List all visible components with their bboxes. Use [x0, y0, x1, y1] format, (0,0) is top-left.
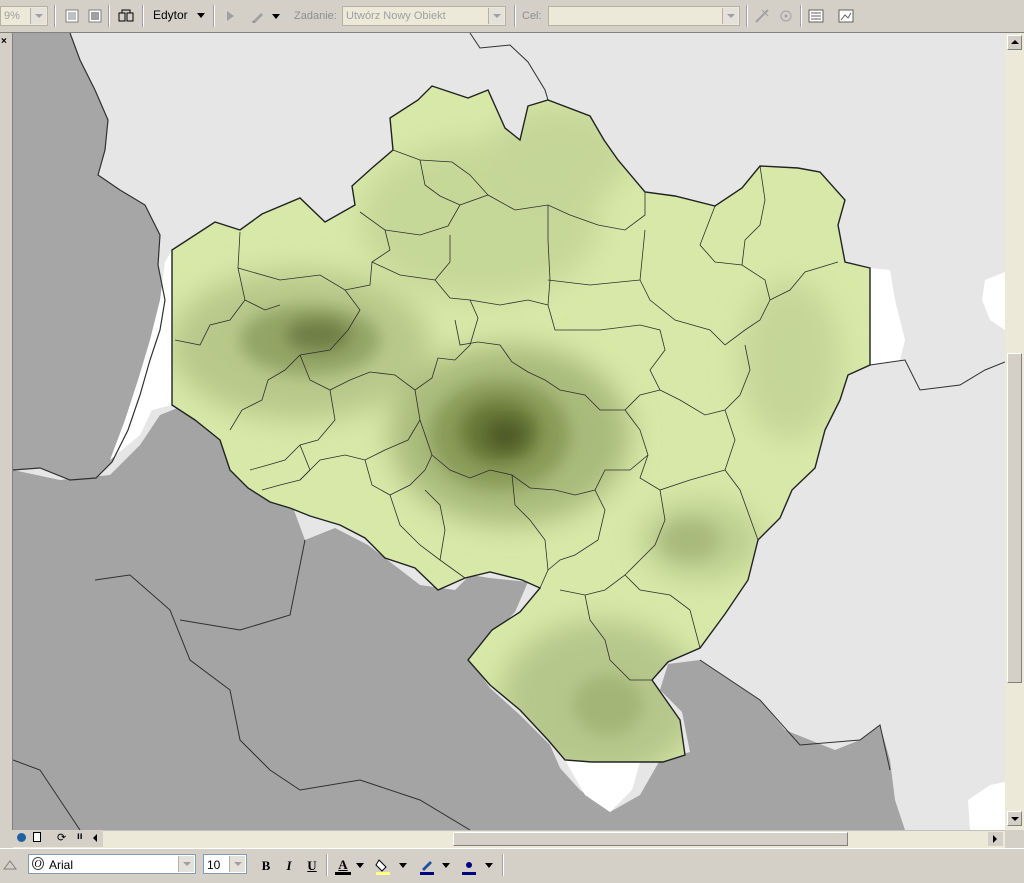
editor-menu-button[interactable]: Edytor	[153, 8, 206, 22]
window-icon[interactable]	[62, 6, 82, 26]
fill-color-icon[interactable]	[372, 855, 394, 877]
toolbar-divider	[142, 5, 144, 27]
drawing-tool-icon[interactable]	[2, 857, 20, 876]
scroll-right-icon[interactable]	[988, 832, 1003, 846]
toolbar-divider	[54, 5, 56, 27]
task-combo[interactable]: Utwórz Nowy Obiekt	[342, 6, 506, 26]
font-color-swatch	[335, 871, 351, 875]
toolbar-divider	[514, 5, 516, 27]
scroll-thumb[interactable]	[1007, 353, 1022, 683]
target-combo[interactable]	[548, 6, 740, 26]
scroll-down-icon[interactable]	[1007, 811, 1022, 826]
editor-toolbar-icon[interactable]	[116, 6, 136, 26]
task-dropdown-icon[interactable]	[488, 8, 504, 24]
zoom-combo[interactable]: 9%	[0, 6, 48, 26]
marker-color-icon[interactable]	[458, 855, 480, 877]
attributes-icon[interactable]	[806, 6, 826, 26]
target-label: Cel:	[522, 10, 542, 22]
target-dropdown-icon[interactable]	[722, 8, 738, 24]
map-svg	[13, 33, 1005, 830]
task-value: Utwórz Nowy Obiekt	[346, 10, 446, 22]
font-color-glyph: A	[338, 856, 348, 872]
toolbar-divider	[108, 5, 110, 27]
toolbar-divider	[746, 5, 748, 27]
horizontal-scrollbar[interactable]	[13, 830, 1005, 848]
zoom-dropdown-icon[interactable]	[30, 8, 46, 24]
view-mode-buttons: ⟳ ıı	[13, 830, 103, 847]
scroll-left-icon[interactable]	[93, 834, 97, 842]
window-alt-icon[interactable]	[85, 6, 105, 26]
pause-icon[interactable]: ıı	[77, 831, 83, 842]
font-name-dropdown-icon[interactable]	[178, 856, 194, 872]
sketch-pencil-icon[interactable]	[248, 6, 268, 26]
font-color-button[interactable]: A	[332, 855, 354, 877]
line-color-dropdown-icon[interactable]	[442, 863, 450, 868]
sketch-properties-icon[interactable]	[836, 6, 856, 26]
font-name-combo[interactable]: O Arial	[28, 854, 196, 874]
vertical-scrollbar[interactable]	[1005, 33, 1024, 830]
split-tool-icon[interactable]	[752, 6, 772, 26]
chevron-down-icon	[197, 13, 206, 19]
font-type-icon: O	[32, 857, 44, 870]
task-label: Zadanie:	[294, 10, 337, 22]
scroll-thumb-horizontal[interactable]	[453, 832, 848, 846]
font-color-dropdown-icon[interactable]	[356, 863, 364, 868]
font-size-combo[interactable]: 10	[203, 854, 247, 874]
toolbar-divider	[326, 854, 328, 876]
format-toolbar: O Arial 10 B I U A	[0, 848, 1024, 883]
sketch-dropdown-icon[interactable]	[270, 6, 282, 26]
page-layout-icon[interactable]	[33, 832, 41, 842]
italic-button[interactable]: I	[278, 855, 300, 877]
editor-menu-label: Edytor	[153, 8, 188, 22]
globe-icon[interactable]	[17, 833, 26, 842]
font-size-value: 10	[207, 858, 221, 872]
zoom-value: 9%	[4, 10, 20, 22]
line-color-icon[interactable]	[416, 855, 438, 877]
font-name-value: Arial	[49, 858, 74, 872]
map-canvas[interactable]	[13, 33, 1005, 830]
left-dock-pane: ×	[0, 33, 13, 830]
rotate-tool-icon[interactable]	[776, 6, 796, 26]
font-size-dropdown-icon[interactable]	[229, 856, 245, 872]
scroll-up-icon[interactable]	[1007, 35, 1022, 50]
close-icon[interactable]: ×	[1, 36, 7, 47]
toolbar-divider	[800, 5, 802, 27]
bold-button[interactable]: B	[255, 855, 277, 877]
toolbar-divider	[502, 854, 504, 876]
fill-color-dropdown-icon[interactable]	[399, 863, 407, 868]
top-toolbar: 9% Edytor Zadanie: Utwórz Nowy Obiekt Ce…	[0, 0, 1024, 33]
underline-button[interactable]: U	[301, 855, 323, 877]
select-arrow-icon[interactable]	[220, 6, 240, 26]
toolbar-divider	[213, 5, 215, 27]
refresh-icon[interactable]: ⟳	[57, 831, 66, 844]
marker-color-dropdown-icon[interactable]	[485, 863, 493, 868]
